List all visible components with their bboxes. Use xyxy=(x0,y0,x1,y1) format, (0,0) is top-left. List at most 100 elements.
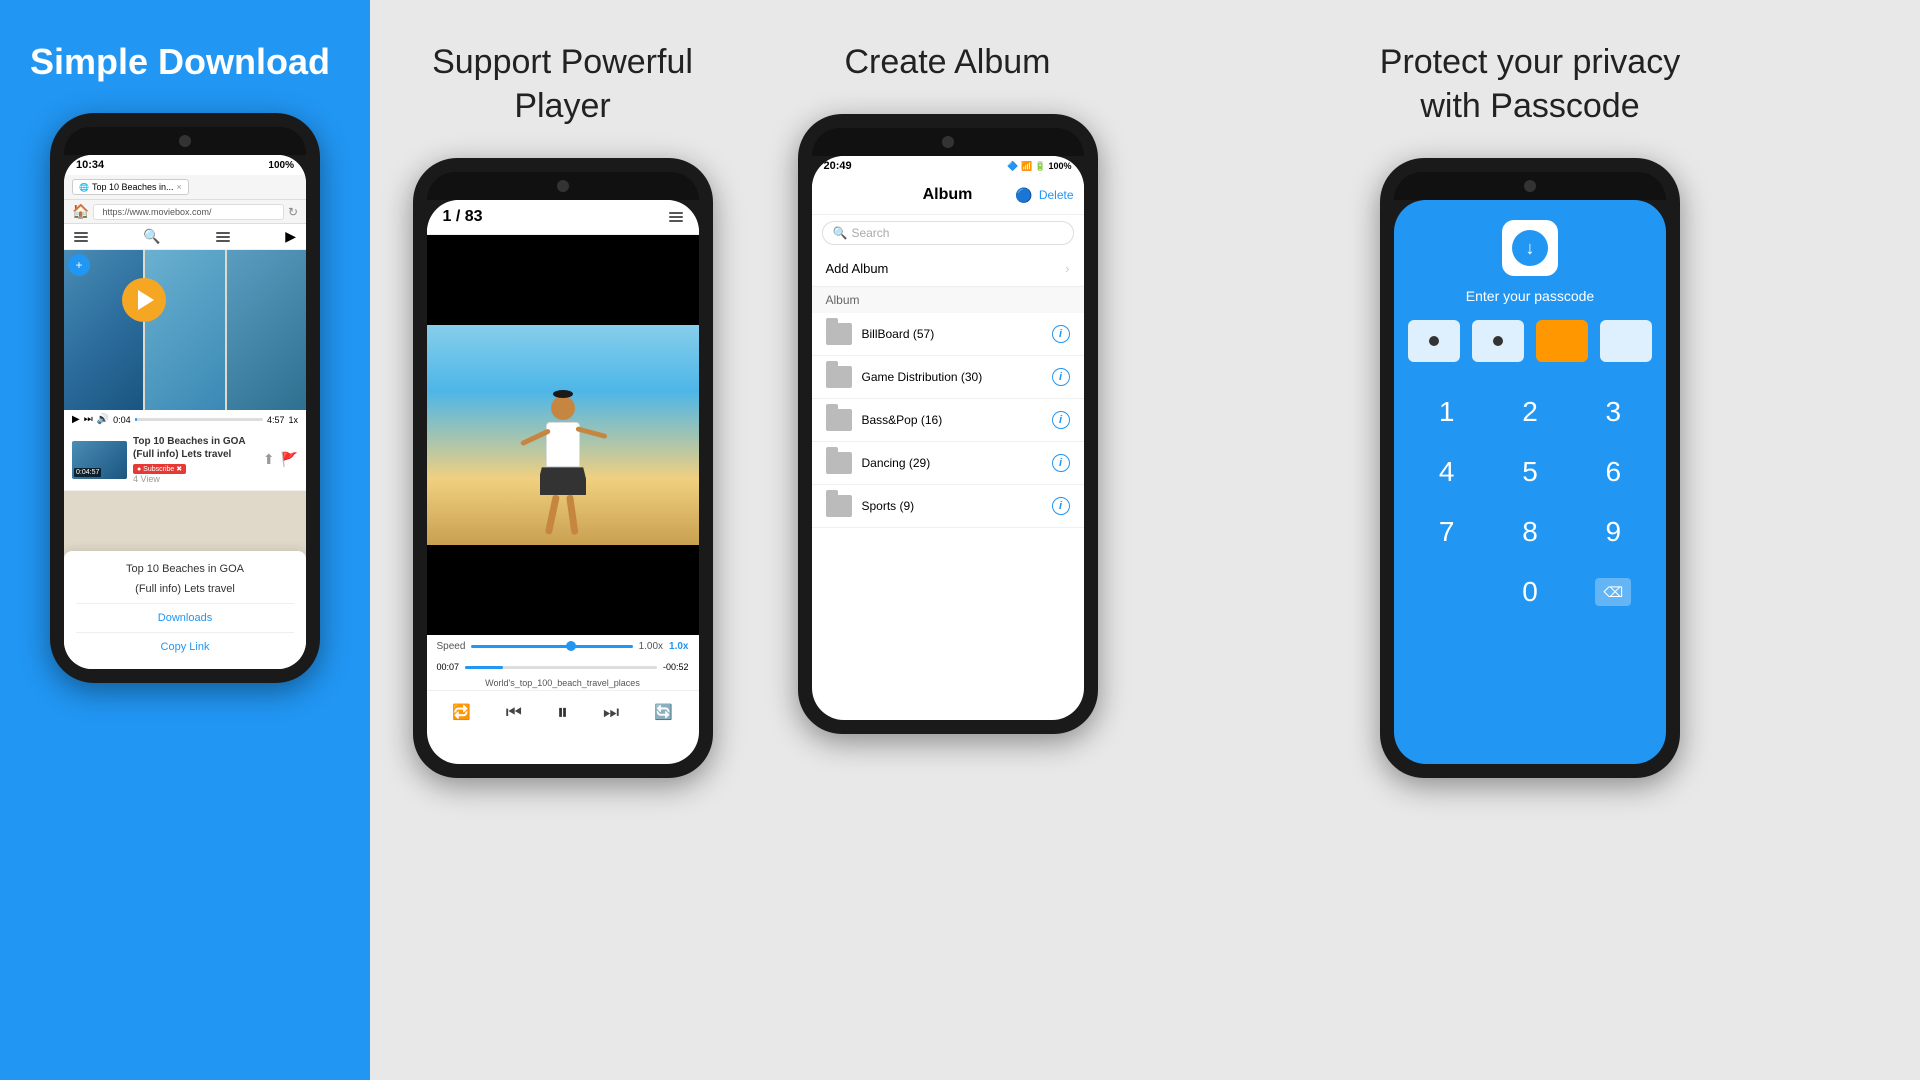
pause-icon[interactable]: ⏸ xyxy=(557,699,568,725)
info-icon-2[interactable]: i xyxy=(1052,411,1070,429)
passcode-cell-1 xyxy=(1472,320,1524,362)
dancer-skirt xyxy=(540,467,586,495)
add-album-row[interactable]: Add Album › xyxy=(812,251,1084,287)
info-icon-0[interactable]: i xyxy=(1052,325,1070,343)
video-thumb-2[interactable] xyxy=(145,250,224,410)
numpad-9[interactable]: 9 xyxy=(1576,506,1651,558)
section1-title: Simple Download xyxy=(20,40,330,83)
time-fill xyxy=(465,666,503,669)
video-thumb-3[interactable] xyxy=(227,250,306,410)
passcode-prompt: Enter your passcode xyxy=(1466,288,1594,304)
volume-icon[interactable]: 🔊 xyxy=(97,414,109,425)
video-content-area: + ▶ ⏭ 🔊 0:04 xyxy=(64,250,306,669)
video-progress[interactable] xyxy=(135,418,263,421)
phone1-time: 10:34 xyxy=(76,159,104,171)
speed-ctrl-icon[interactable]: 🔄 xyxy=(654,703,673,721)
numpad-2[interactable]: 2 xyxy=(1492,386,1567,438)
download-icon: ↓ xyxy=(1526,238,1535,259)
numpad-5[interactable]: 5 xyxy=(1492,446,1567,498)
folder-icon-4 xyxy=(826,495,852,517)
section2-title: Support Powerful Player xyxy=(432,40,693,128)
passcode-cell-3 xyxy=(1600,320,1652,362)
video-duration-badge: 0:04:57 xyxy=(74,468,101,477)
menu-icon[interactable] xyxy=(74,232,88,242)
close-tab-icon[interactable]: × xyxy=(177,182,182,192)
album-name-2: Bass&Pop (16) xyxy=(862,413,1042,427)
numpad-1[interactable]: 1 xyxy=(1409,386,1484,438)
video-grid: + xyxy=(64,250,306,410)
phone3-screen: 20:49 🔷 📶 🔋 100% Album 🔵 Delete 🔍 Search… xyxy=(812,156,1084,720)
refresh-icon[interactable]: ↻ xyxy=(288,205,298,219)
url-input[interactable]: https://www.moviebox.com/ xyxy=(93,204,284,220)
section-simple-download: Simple Download 10:34 100% 🌐 Top 10 Beac… xyxy=(0,0,370,1080)
video-thumb-1[interactable]: + xyxy=(64,250,143,410)
share-popup: Top 10 Beaches in GOA (Full info) Lets t… xyxy=(64,551,306,669)
playlist-icon[interactable] xyxy=(669,212,683,222)
album-actions: 🔵 Delete xyxy=(1015,187,1073,204)
video-controls: ▶ ⏭ 🔊 0:04 4:57 1x xyxy=(64,410,306,429)
album-header: Album 🔵 Delete xyxy=(812,176,1084,215)
dancer-head xyxy=(551,396,575,420)
phone-mockup-2: 1 / 83 xyxy=(413,158,713,778)
player-time-bar: 00:07 -00:52 xyxy=(427,658,699,676)
numpad-3[interactable]: 3 xyxy=(1576,386,1651,438)
speed-thumb xyxy=(566,641,576,651)
folder-icon-3 xyxy=(826,452,852,474)
numpad-0[interactable]: 0 xyxy=(1492,566,1567,618)
views-count: 4 View xyxy=(133,474,257,484)
speed-slider[interactable] xyxy=(471,645,632,648)
subscribe-badge[interactable]: ● Subscribe ✖ xyxy=(133,464,186,474)
player-counter: 1 / 83 xyxy=(443,208,483,226)
play-small-icon[interactable]: ▶ xyxy=(72,414,80,425)
folder-icon-1 xyxy=(826,366,852,388)
numpad-6[interactable]: 6 xyxy=(1576,446,1651,498)
info-icon-1[interactable]: i xyxy=(1052,368,1070,386)
passcode-dot-0 xyxy=(1429,336,1439,346)
album-item-4[interactable]: Sports (9) i xyxy=(812,485,1084,528)
numpad-4[interactable]: 4 xyxy=(1409,446,1484,498)
numpad-7[interactable]: 7 xyxy=(1409,506,1484,558)
album-item-2[interactable]: Bass&Pop (16) i xyxy=(812,399,1084,442)
phone4-notch xyxy=(1394,172,1666,200)
section-passcode: Protect your privacy with Passcode ↓ Ent… xyxy=(1140,0,1920,1080)
album-search[interactable]: 🔍 Search xyxy=(822,221,1074,245)
fast-forward-icon[interactable]: ⏭ xyxy=(603,702,619,723)
copy-link-link[interactable]: Copy Link xyxy=(76,637,294,657)
notch-camera-3 xyxy=(942,136,954,148)
video-list-item[interactable]: 0:04:57 Top 10 Beaches in GOA (Full info… xyxy=(64,429,306,491)
play-nav-icon[interactable]: ▶ xyxy=(285,228,296,245)
phone4-screen: ↓ Enter your passcode 1 2 xyxy=(1394,200,1666,764)
phone3-time: 20:49 xyxy=(824,160,852,172)
loop-icon[interactable]: 🔁 xyxy=(452,703,471,721)
share-popup-title-2: (Full info) Lets travel xyxy=(76,583,294,595)
video-top-black xyxy=(427,235,699,325)
search-icon-album: 🔍 xyxy=(833,226,848,240)
skip-icon[interactable]: ⏭ xyxy=(84,414,93,425)
phone1-battery: 100% xyxy=(268,160,294,171)
play-button-large[interactable] xyxy=(122,278,166,322)
time-slider[interactable] xyxy=(465,666,657,669)
time-start: 00:07 xyxy=(437,662,460,672)
bookmark-icon[interactable]: 🚩 xyxy=(281,451,298,468)
album-item-0[interactable]: BillBoard (57) i xyxy=(812,313,1084,356)
album-item-1[interactable]: Game Distribution (30) i xyxy=(812,356,1084,399)
share-icon[interactable]: ⬆ xyxy=(263,451,275,468)
numpad-backspace[interactable]: ⌫ xyxy=(1576,566,1651,618)
notch-camera-4 xyxy=(1524,180,1536,192)
album-item-3[interactable]: Dancing (29) i xyxy=(812,442,1084,485)
video-meta: ● Subscribe ✖ xyxy=(133,464,257,474)
rewind-icon[interactable]: ⏮ xyxy=(506,702,522,723)
browser-tab[interactable]: 🌐 Top 10 Beaches in... × xyxy=(72,179,189,195)
info-icon-4[interactable]: i xyxy=(1052,497,1070,515)
album-name-1: Game Distribution (30) xyxy=(862,370,1042,384)
numpad-8[interactable]: 8 xyxy=(1492,506,1567,558)
delete-label[interactable]: Delete xyxy=(1039,188,1074,202)
list-icon[interactable] xyxy=(216,232,230,242)
downloads-link[interactable]: Downloads xyxy=(76,608,294,628)
time-total: 4:57 xyxy=(267,415,285,425)
numpad: 1 2 3 4 5 6 7 8 9 0 ⌫ xyxy=(1409,386,1651,618)
info-icon-3[interactable]: i xyxy=(1052,454,1070,472)
speed-text-label: Speed xyxy=(437,641,466,652)
album-name-4: Sports (9) xyxy=(862,499,1042,513)
search-nav-icon[interactable]: 🔍 xyxy=(143,228,160,245)
